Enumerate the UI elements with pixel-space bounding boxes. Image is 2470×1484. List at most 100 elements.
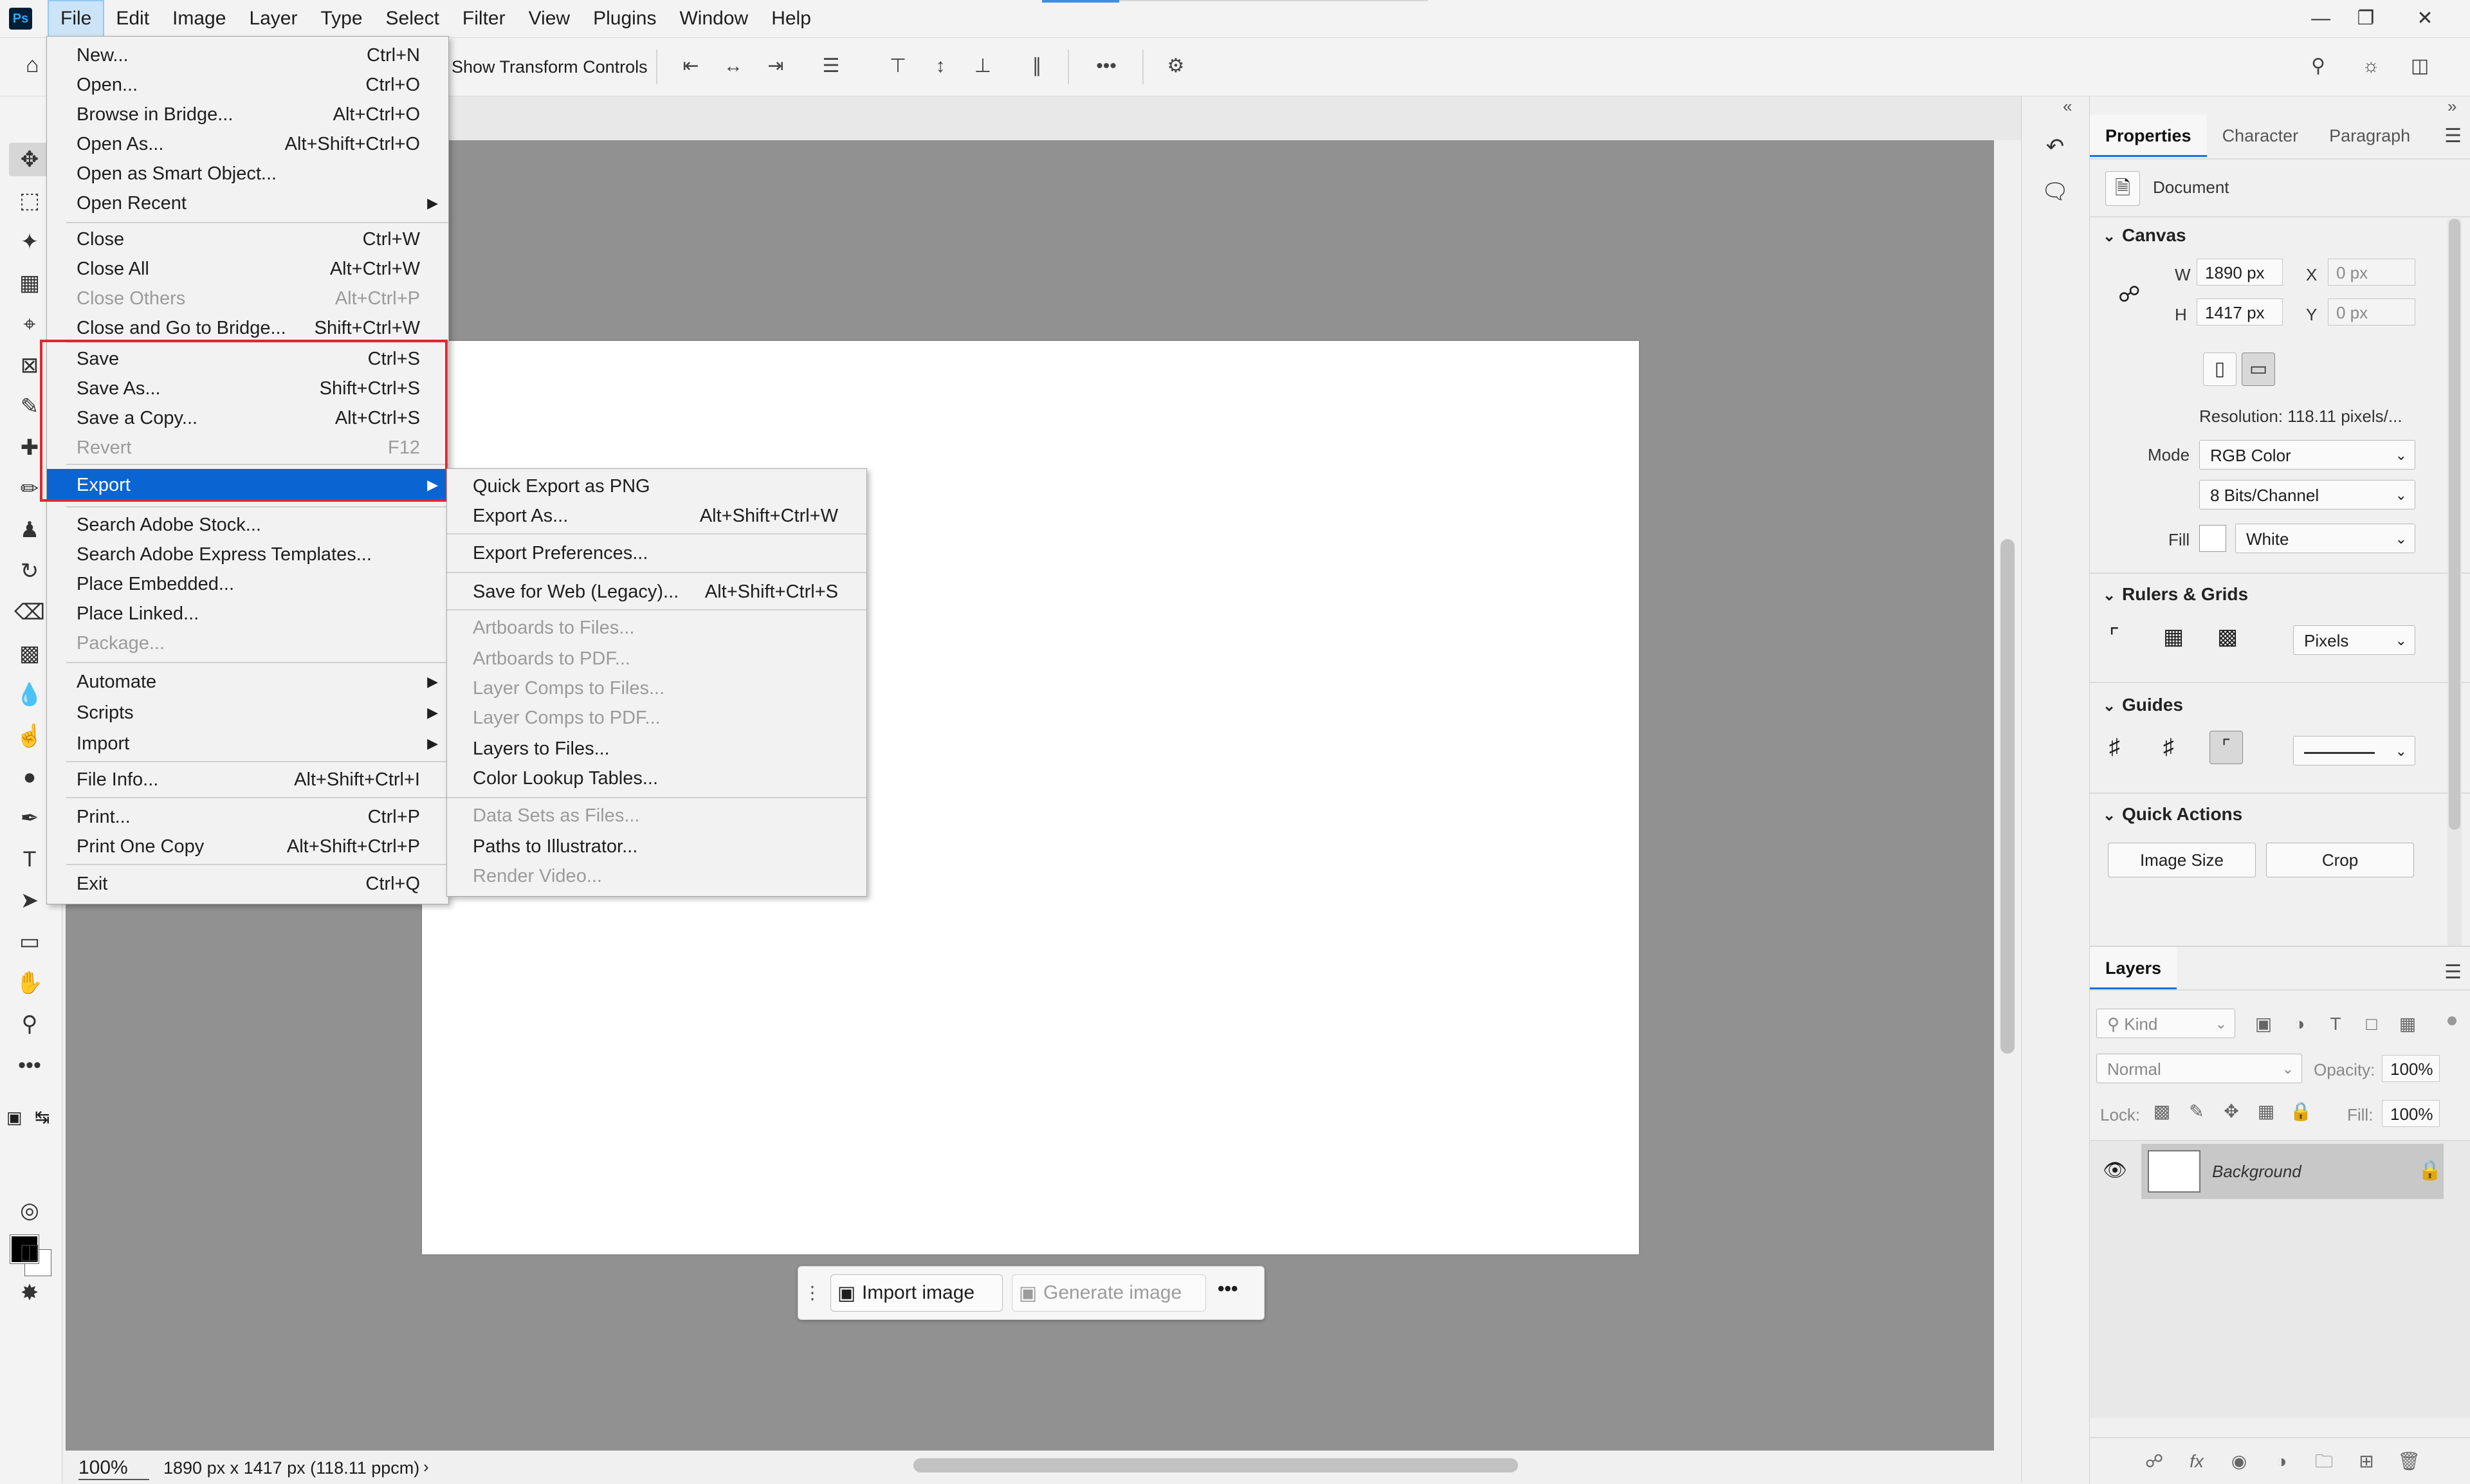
quick-actions-section-title[interactable]: ⌄ Quick Actions — [2103, 804, 2242, 825]
filter-smart-object-icon[interactable]: ▦ — [2395, 1011, 2420, 1037]
filter-adjustment-icon[interactable]: ◑ — [2287, 1011, 2312, 1037]
pixel-grid-icon[interactable]: ▩ — [2217, 624, 2238, 650]
menu-item-place-embedded[interactable]: Place Embedded... — [47, 569, 448, 599]
pen-tool-icon[interactable]: ✒ — [9, 802, 50, 835]
menu-item-print-one-copy[interactable]: Print One Copy Alt+Shift+Ctrl+P — [47, 832, 448, 861]
blend-mode-select[interactable]: Normal ⌄ — [2096, 1054, 2302, 1083]
marquee-tool-icon[interactable]: ⬚ — [9, 184, 50, 217]
layer-filter-kind-select[interactable]: ⚲ Kind ⌄ — [2096, 1009, 2235, 1038]
filter-pixel-icon[interactable]: ▣ — [2251, 1011, 2276, 1037]
path-selection-icon[interactable]: ➤ — [9, 884, 50, 917]
menu-layer[interactable]: Layer — [237, 0, 309, 37]
menu-item-scripts[interactable]: Scripts ▶ — [47, 698, 448, 728]
grid-icon[interactable]: ▦ — [2163, 624, 2184, 650]
menu-item-open-recent[interactable]: Open Recent ▶ — [47, 188, 448, 218]
properties-scrollbar[interactable] — [2447, 219, 2462, 952]
canvas-y-field[interactable]: 0 px — [2328, 298, 2415, 325]
distribute-horizontal-icon[interactable]: ☰ — [817, 52, 845, 80]
ruler-icon[interactable]: ⌜ — [2109, 624, 2119, 650]
new-layer-icon[interactable]: ⊞ — [2354, 1449, 2379, 1474]
panel-menu-icon[interactable]: ☰ — [2444, 961, 2462, 984]
panel-menu-icon[interactable]: ☰ — [2444, 125, 2462, 147]
menu-file[interactable]: File — [48, 0, 105, 37]
guide-style-select[interactable]: ⌄ — [2293, 736, 2415, 765]
distribute-vertical-icon[interactable]: ∥ — [1023, 52, 1051, 80]
screen-mode-icon[interactable]: ◫ — [9, 1235, 50, 1269]
generative-fill-icon[interactable]: ✸ — [9, 1276, 50, 1310]
menu-item-file-info[interactable]: File Info... Alt+Shift+Ctrl+I — [47, 765, 448, 794]
align-bottom-icon[interactable]: ⊥ — [969, 52, 997, 80]
lock-artboard-icon[interactable]: ▦ — [2253, 1099, 2279, 1124]
search-icon[interactable]: ⚲ — [2304, 52, 2332, 80]
menu-help[interactable]: Help — [760, 0, 823, 37]
menu-item-open-as[interactable]: Open As... Alt+Shift+Ctrl+O — [47, 129, 448, 159]
canvas-width-field[interactable]: 1890 px — [2197, 259, 2283, 286]
menu-item-open[interactable]: Open... Ctrl+O — [47, 70, 448, 100]
visibility-eye-icon[interactable]: 👁 — [2103, 1159, 2127, 1182]
more-options-icon[interactable]: ••• — [1218, 1278, 1238, 1300]
restore-icon[interactable]: ❐ — [2346, 4, 2385, 33]
filter-type-icon[interactable]: T — [2323, 1011, 2348, 1037]
chevron-right-icon[interactable]: › — [423, 1457, 429, 1477]
show-transform-controls-label[interactable]: Show Transform Controls — [452, 57, 648, 77]
canvas-height-field[interactable]: 1417 px — [2197, 298, 2283, 325]
fx-icon[interactable]: fx — [2184, 1449, 2209, 1474]
menu-item-import[interactable]: Import ▶ — [47, 729, 448, 758]
menu-item-close[interactable]: Close Ctrl+W — [47, 224, 448, 254]
smudge-tool-icon[interactable]: ☝ — [9, 719, 50, 753]
zoom-level[interactable]: 100% — [78, 1457, 149, 1480]
more-options-icon[interactable]: ••• — [1092, 52, 1121, 80]
menu-item-search-adobe-express-templates[interactable]: Search Adobe Express Templates... — [47, 540, 448, 569]
tab-paragraph[interactable]: Paragraph — [2314, 115, 2426, 157]
menu-item-save-for-web[interactable]: Save for Web (Legacy)... Alt+Shift+Ctrl+S — [447, 577, 866, 607]
vertical-scrollbar[interactable] — [1994, 140, 2021, 1451]
filter-toggle-icon[interactable] — [2447, 1016, 2456, 1025]
close-window-icon[interactable]: ✕ — [2406, 4, 2444, 33]
menu-item-place-linked[interactable]: Place Linked... — [47, 599, 448, 628]
lock-transparency-icon[interactable]: ▩ — [2149, 1099, 2175, 1124]
menu-plugins[interactable]: Plugins — [581, 0, 668, 37]
align-left-icon[interactable]: ⇤ — [677, 52, 705, 80]
menu-type[interactable]: Type — [309, 0, 374, 37]
document-info[interactable]: 1890 px x 1417 px (118.11 ppcm) — [163, 1458, 419, 1478]
menu-select[interactable]: Select — [374, 0, 451, 37]
import-image-button[interactable]: ▣ Import image — [830, 1274, 1003, 1312]
blur-tool-icon[interactable]: 💧 — [9, 678, 50, 711]
guides-icon[interactable]: ♯ — [2109, 735, 2120, 760]
delete-layer-icon[interactable]: 🗑 — [2396, 1449, 2422, 1474]
hand-tool-icon[interactable]: ✋ — [9, 966, 50, 1000]
history-brush-icon[interactable]: ↻ — [9, 554, 50, 588]
gear-icon[interactable]: ⚙ — [1162, 52, 1190, 80]
dodge-tool-icon[interactable]: ● — [9, 760, 50, 794]
swap-colors-icon[interactable]: ↹ — [35, 1106, 50, 1128]
minimize-icon[interactable]: — — [2301, 4, 2340, 33]
fill-color-swatch[interactable] — [2199, 525, 2226, 552]
bit-depth-select[interactable]: 8 Bits/Channel ⌄ — [2199, 480, 2415, 509]
rectangle-tool-icon[interactable]: ▭ — [9, 925, 50, 958]
portrait-orientation-icon[interactable]: ▯ — [2203, 353, 2237, 386]
artboard-icon[interactable]: ▦ — [9, 266, 50, 300]
menu-item-browse-in-bridge[interactable]: Browse in Bridge... Alt+Ctrl+O — [47, 100, 448, 129]
move-tool-icon[interactable]: ✥ — [9, 143, 50, 176]
comments-panel-icon[interactable]: 🗨 — [2038, 175, 2072, 208]
workspace-icon[interactable]: ◫ — [2406, 52, 2434, 80]
vertical-scroll-thumb[interactable] — [2000, 539, 2015, 1054]
landscape-orientation-icon[interactable]: ▭ — [2242, 353, 2275, 386]
object-selection-icon[interactable]: ✦ — [9, 225, 50, 259]
fill-select[interactable]: White ⌄ — [2235, 524, 2415, 553]
filter-shape-icon[interactable]: □ — [2359, 1011, 2384, 1037]
lock-position-icon[interactable]: ✥ — [2218, 1099, 2244, 1124]
ruler-units-select[interactable]: Pixels ⌄ — [2293, 625, 2415, 655]
link-layers-icon[interactable]: ☍ — [2141, 1449, 2167, 1474]
horizontal-scroll-thumb[interactable] — [913, 1458, 1518, 1472]
layer-row-background[interactable]: Background 🔒 — [2141, 1144, 2444, 1199]
collapse-icon[interactable]: » — [2447, 96, 2456, 116]
type-tool-icon[interactable]: T — [9, 843, 50, 876]
menu-item-quick-export-png[interactable]: Quick Export as PNG — [447, 472, 866, 501]
canvas-x-field[interactable]: 0 px — [2328, 259, 2415, 286]
home-icon[interactable]: ⌂ — [26, 53, 49, 77]
menu-view[interactable]: View — [517, 0, 581, 37]
menu-item-print[interactable]: Print... Ctrl+P — [47, 802, 448, 832]
menu-item-open-as-smart-object[interactable]: Open as Smart Object... — [47, 159, 448, 188]
rulers-grids-section-title[interactable]: ⌄ Rulers & Grids — [2103, 584, 2248, 605]
